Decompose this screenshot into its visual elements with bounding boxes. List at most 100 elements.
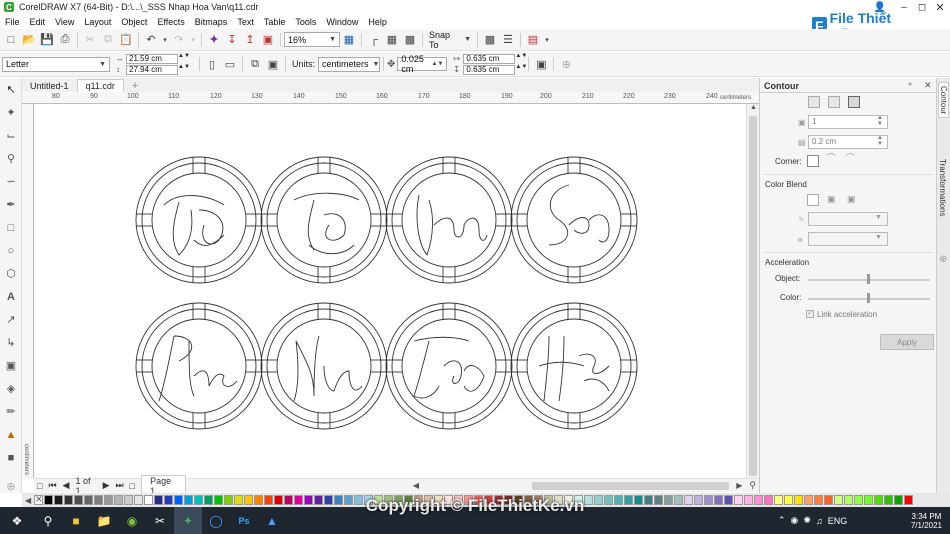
docker-options-icon[interactable]: » xyxy=(908,81,912,88)
menu-table[interactable]: Table xyxy=(259,17,291,27)
ellipse-tool-icon[interactable]: ○ xyxy=(0,239,22,262)
scrollbar-thumb[interactable] xyxy=(749,116,757,476)
page-width-field[interactable]: 21.59 cm xyxy=(126,54,178,64)
chevron-down-icon[interactable]: ▾ xyxy=(542,31,552,49)
close-button[interactable]: ✕ xyxy=(928,0,950,14)
drop-shadow-icon[interactable]: ▣ xyxy=(0,354,22,377)
options-icon[interactable]: ☰ xyxy=(499,31,517,49)
linear-blend-icon[interactable] xyxy=(807,194,819,206)
spin-icon[interactable]: ▲▼ xyxy=(178,53,190,59)
prev-page-icon[interactable]: ◀ xyxy=(63,480,70,491)
rulers-icon[interactable]: ┌ xyxy=(365,31,383,49)
interactive-fill-icon[interactable]: ▲ xyxy=(0,423,22,446)
steps-field[interactable]: 1 xyxy=(808,115,888,129)
snap-to-dropdown[interactable]: Snap To ▼ xyxy=(426,30,474,50)
scroll-up-icon[interactable]: ▲ xyxy=(750,104,757,111)
menu-text[interactable]: Text xyxy=(232,17,259,27)
offset-field[interactable]: 0.2 cm xyxy=(808,135,888,149)
spin-icon[interactable]: ▲▼ xyxy=(877,135,883,147)
save-icon[interactable]: 💾 xyxy=(38,31,56,49)
smart-fill-icon[interactable]: ■ xyxy=(0,446,22,469)
spin-icon[interactable]: ▲▼ xyxy=(877,115,883,127)
add-page-icon[interactable]: □ xyxy=(130,481,135,491)
page-options-icon[interactable]: □ xyxy=(37,481,42,491)
horizontal-ruler[interactable]: 80 90 100 110 120 130 140 150 160 170 18… xyxy=(22,92,759,104)
horizontal-scrollbar-thumb[interactable] xyxy=(532,481,730,490)
medallion-hau[interactable] xyxy=(510,302,638,430)
guidelines-icon[interactable]: ▩ xyxy=(401,31,419,49)
transparency-tool-icon[interactable]: ◈ xyxy=(0,377,22,400)
menu-help[interactable]: Help xyxy=(363,17,392,27)
all-pages-icon[interactable]: ⧉ xyxy=(246,55,264,73)
menu-view[interactable]: View xyxy=(50,17,79,27)
duplicate-x-field[interactable]: 0.635 cm xyxy=(463,54,516,64)
medallion-thinh[interactable] xyxy=(385,302,513,430)
nudge-distance-field[interactable]: 0.025 cm ▲▼ xyxy=(397,54,448,74)
grid-icon[interactable]: ▦ xyxy=(383,31,401,49)
spin-icon[interactable]: ▲▼ xyxy=(515,64,527,70)
tab-transformations[interactable]: Transformations xyxy=(938,156,947,220)
medallion-phuc[interactable] xyxy=(135,302,263,430)
tab-contour[interactable]: Contour xyxy=(938,82,949,119)
units-select[interactable]: centimeters ▼ xyxy=(318,56,381,72)
spin-icon[interactable]: ▲▼ xyxy=(515,53,527,59)
quick-customize-icon[interactable]: ⊕ xyxy=(557,55,575,73)
print-icon[interactable]: ⎙ xyxy=(56,31,74,49)
menu-effects[interactable]: Effects xyxy=(152,17,189,27)
zoom-tool-icon[interactable]: ⚲ xyxy=(0,147,22,170)
volume-icon[interactable]: ♫ xyxy=(816,516,823,526)
apply-button[interactable]: Apply xyxy=(880,334,934,350)
shape-tool-icon[interactable]: ✦ xyxy=(0,101,22,124)
medallion-son[interactable] xyxy=(510,156,638,284)
paste-icon[interactable]: 📋 xyxy=(117,31,135,49)
pick-tool-icon[interactable]: ↖ xyxy=(0,78,22,101)
object-acceleration-slider[interactable] xyxy=(867,274,870,284)
next-page-icon[interactable]: ▶ xyxy=(103,480,110,491)
menu-window[interactable]: Window xyxy=(321,17,363,27)
cut-icon[interactable]: ✂ xyxy=(81,31,99,49)
open-folder-icon[interactable]: 📂 xyxy=(20,31,38,49)
publish-pdf-icon[interactable]: ▣ xyxy=(259,31,277,49)
vertical-scrollbar[interactable]: ▲ xyxy=(746,104,759,478)
export-icon[interactable]: ↥ xyxy=(241,31,259,49)
duplicate-y-field[interactable]: 0.635 cm xyxy=(463,65,516,75)
medallion-tu[interactable] xyxy=(260,156,388,284)
text-tool-icon[interactable]: A xyxy=(0,285,22,308)
application-launcher-icon[interactable]: ▤ xyxy=(524,31,542,49)
to-center-icon[interactable] xyxy=(808,96,820,108)
page-height-field[interactable]: 27.94 cm xyxy=(126,65,178,75)
medallion-nhu[interactable] xyxy=(260,302,388,430)
add-tool-icon[interactable]: ⊕ xyxy=(0,475,22,498)
menu-layout[interactable]: Layout xyxy=(79,17,116,27)
import-icon[interactable]: ↧ xyxy=(223,31,241,49)
tray-expand-icon[interactable]: ⌃ xyxy=(778,515,786,526)
redo-icon[interactable]: ↷ xyxy=(170,31,188,49)
link-acceleration-checkbox[interactable]: ✓ xyxy=(806,310,814,318)
menu-file[interactable]: File xyxy=(0,17,25,27)
drawing-canvas[interactable] xyxy=(34,104,746,478)
add-docker-icon[interactable]: ⊕ xyxy=(939,254,947,265)
bevel-corner-icon[interactable]: ⌒ xyxy=(845,155,857,167)
first-page-icon[interactable]: ⏮ xyxy=(48,480,56,491)
page-size-select[interactable]: Letter ▼ xyxy=(2,56,110,72)
new-document-icon[interactable]: □ xyxy=(2,31,20,49)
menu-object[interactable]: Object xyxy=(116,17,152,27)
wifi-icon[interactable]: ✺ xyxy=(803,515,811,526)
menu-tools[interactable]: Tools xyxy=(290,17,321,27)
notification-icon[interactable]: ◉ xyxy=(791,515,799,526)
welcome-screen-icon[interactable]: ▩ xyxy=(481,31,499,49)
search-content-icon[interactable]: ✦ xyxy=(205,31,223,49)
medallion-artwork[interactable] xyxy=(34,104,746,478)
menu-bitmaps[interactable]: Bitmaps xyxy=(190,17,233,27)
new-tab-icon[interactable]: + xyxy=(124,79,146,92)
color-eyedropper-icon[interactable]: ✏ xyxy=(0,400,22,423)
tab-untitled[interactable]: Untitled-1 xyxy=(22,79,77,92)
undo-icon[interactable]: ↶ xyxy=(142,31,160,49)
last-page-icon[interactable]: ⏭ xyxy=(116,480,124,491)
counterclockwise-blend-icon[interactable]: ▣ xyxy=(847,194,859,206)
medallion-tho[interactable] xyxy=(135,156,263,284)
medallion-nam[interactable] xyxy=(385,156,513,284)
spin-icon[interactable]: ▲▼ xyxy=(178,64,190,70)
clockwise-blend-icon[interactable]: ▣ xyxy=(827,194,839,206)
zoom-navigator-icon[interactable]: ⚲ xyxy=(749,480,756,491)
